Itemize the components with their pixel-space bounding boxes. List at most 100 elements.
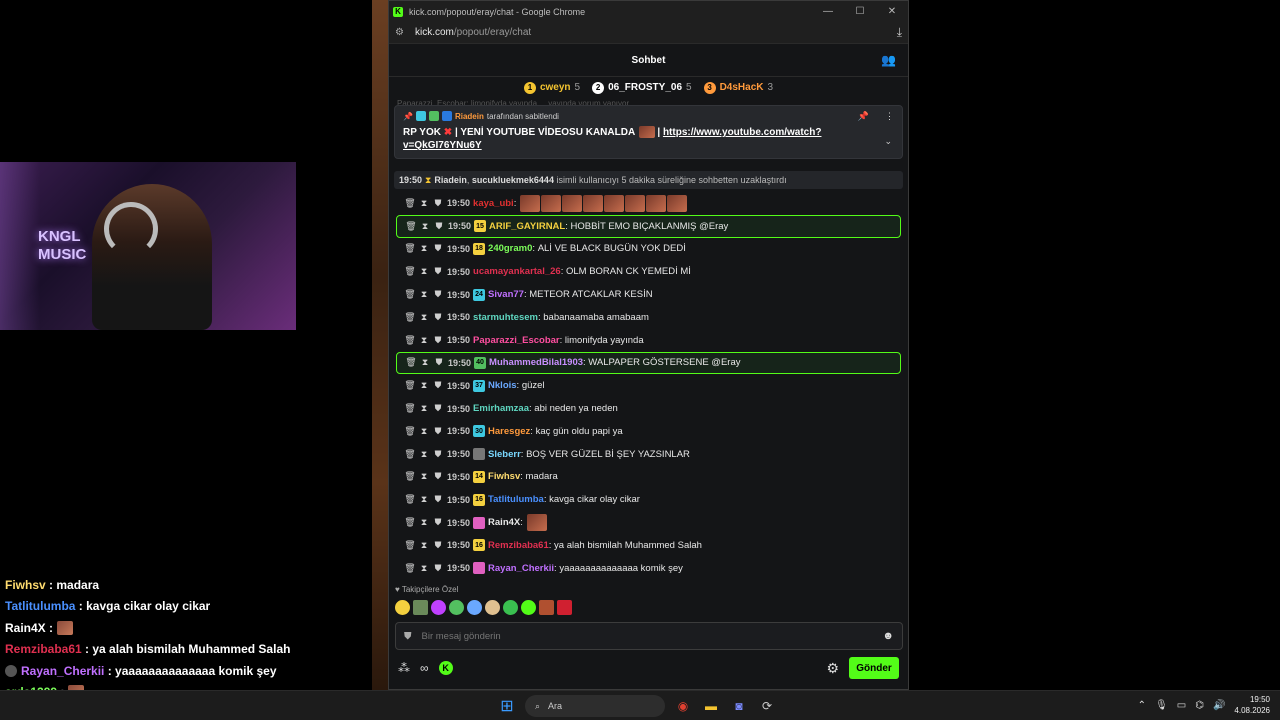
- ban-icon[interactable]: ⛊: [431, 312, 445, 323]
- ban-icon[interactable]: ⛊: [431, 403, 445, 414]
- message-username[interactable]: MuhammedBilal1903: [489, 357, 583, 368]
- site-info-icon[interactable]: ⚙: [395, 27, 409, 38]
- timeout-icon[interactable]: ⧗: [417, 266, 431, 277]
- ban-icon[interactable]: ⛊: [431, 517, 445, 528]
- timeout-icon[interactable]: ⧗: [417, 517, 431, 528]
- ban-icon[interactable]: ⛊: [431, 266, 445, 277]
- delete-icon[interactable]: 🗑: [403, 403, 417, 414]
- display-icon[interactable]: ▭: [1177, 700, 1186, 711]
- emote-button[interactable]: [521, 600, 536, 615]
- message-username[interactable]: ARIF_GAYIRNAL: [489, 221, 565, 232]
- message-username[interactable]: kaya_ubi: [473, 198, 514, 209]
- message-username[interactable]: Rain4X: [488, 517, 520, 528]
- delete-icon[interactable]: 🗑: [403, 312, 417, 323]
- discord-icon[interactable]: ◙: [729, 696, 749, 716]
- emote-button[interactable]: [431, 600, 446, 615]
- infinity-icon[interactable]: ∞: [420, 661, 429, 675]
- emote-button[interactable]: [413, 600, 428, 615]
- emote-button[interactable]: [467, 600, 482, 615]
- message-username[interactable]: Fiwhsv: [488, 471, 520, 482]
- timeout-icon[interactable]: ⧗: [418, 357, 432, 368]
- leaderboard-item[interactable]: 1 cweyn 5: [523, 81, 580, 94]
- delete-icon[interactable]: 🗑: [403, 243, 417, 254]
- minimize-button[interactable]: —: [812, 6, 844, 17]
- clock[interactable]: 19:50 4.08.2026: [1234, 694, 1270, 716]
- message-username[interactable]: starmuhtesem: [473, 312, 538, 323]
- ban-icon[interactable]: ⛊: [431, 471, 445, 482]
- timeout-icon[interactable]: ⧗: [417, 243, 431, 254]
- delete-icon[interactable]: 🗑: [403, 471, 417, 482]
- leaderboard-item[interactable]: 3 D4sHacK 3: [703, 81, 773, 94]
- message-username[interactable]: ucamayankartal_26: [473, 266, 561, 277]
- message-username[interactable]: Emirhamzaa: [473, 403, 529, 414]
- close-button[interactable]: ✕: [876, 6, 908, 17]
- ban-icon[interactable]: ⛊: [431, 449, 445, 460]
- download-icon[interactable]: ⤓: [897, 25, 902, 40]
- timeout-icon[interactable]: ⧗: [417, 540, 431, 551]
- delete-icon[interactable]: 🗑: [403, 335, 417, 346]
- ban-icon[interactable]: ⛊: [431, 494, 445, 505]
- message-username[interactable]: Nklois: [488, 380, 517, 391]
- taskbar-search[interactable]: ⌕ Ara: [525, 695, 665, 717]
- address-bar[interactable]: ⚙ kick.com/popout/eray/chat ⤓: [389, 22, 908, 44]
- timeout-icon[interactable]: ⧗: [417, 426, 431, 437]
- emoji-picker-icon[interactable]: ☻: [882, 630, 894, 642]
- delete-icon[interactable]: 🗑: [403, 563, 417, 574]
- maximize-button[interactable]: ☐: [844, 6, 876, 17]
- timeout-icon[interactable]: ⧗: [417, 403, 431, 414]
- delete-icon[interactable]: 🗑: [403, 266, 417, 277]
- chevron-down-icon[interactable]: ⌄: [884, 136, 892, 147]
- file-explorer-icon[interactable]: ▬: [701, 696, 721, 716]
- message-username[interactable]: Haresgez: [488, 426, 530, 437]
- timeout-icon[interactable]: ⧗: [417, 449, 431, 460]
- gear-icon[interactable]: ⚙: [826, 660, 839, 677]
- message-username[interactable]: Sivan77: [488, 289, 524, 300]
- timeout-icon[interactable]: ⧗: [417, 335, 431, 346]
- ban-icon[interactable]: ⛊: [431, 380, 445, 391]
- message-username[interactable]: Sleberr: [488, 449, 521, 460]
- message-username[interactable]: Paparazzi_Escobar: [473, 335, 560, 346]
- ban-icon[interactable]: ⛊: [431, 335, 445, 346]
- kick-icon[interactable]: K: [438, 661, 453, 675]
- timeout-icon[interactable]: ⧗: [417, 289, 431, 300]
- unpin-icon[interactable]: 📌: [858, 111, 869, 122]
- message-username[interactable]: Remzibaba61: [488, 540, 549, 551]
- ban-icon[interactable]: ⛊: [431, 198, 445, 209]
- send-button[interactable]: Gönder: [849, 657, 899, 679]
- timeout-icon[interactable]: ⧗: [417, 471, 431, 482]
- emote-button[interactable]: [395, 600, 410, 615]
- microphone-icon[interactable]: 🎙: [1155, 700, 1168, 711]
- timeout-icon[interactable]: ⧗: [417, 312, 431, 323]
- chevron-up-icon[interactable]: ⌃: [1138, 700, 1146, 711]
- message-username[interactable]: Tatlitulumba: [488, 494, 544, 505]
- chrome-icon[interactable]: ◉: [673, 696, 693, 716]
- ban-icon[interactable]: ⛊: [431, 289, 445, 300]
- timeout-icon[interactable]: ⧗: [417, 563, 431, 574]
- leaderboard-item[interactable]: 2 06_FROSTY_06 5: [592, 81, 692, 94]
- more-options-icon[interactable]: ⋮: [885, 111, 894, 122]
- emote-button[interactable]: [449, 600, 464, 615]
- network-icon[interactable]: ⌬: [1195, 700, 1204, 711]
- notice-mod[interactable]: Riadein: [434, 175, 467, 185]
- windows-start-icon[interactable]: ⊞: [497, 696, 517, 716]
- emote-button[interactable]: [503, 600, 518, 615]
- delete-icon[interactable]: 🗑: [403, 426, 417, 437]
- delete-icon[interactable]: 🗑: [403, 380, 417, 391]
- users-icon[interactable]: 👥: [881, 53, 896, 67]
- delete-icon[interactable]: 🗑: [403, 517, 417, 528]
- ban-icon[interactable]: ⛊: [432, 357, 446, 368]
- message-input[interactable]: [421, 630, 883, 642]
- ban-icon[interactable]: ⛊: [431, 540, 445, 551]
- timeout-icon[interactable]: ⧗: [417, 494, 431, 505]
- delete-icon[interactable]: 🗑: [403, 289, 417, 300]
- app-icon[interactable]: ⟳: [757, 696, 777, 716]
- delete-icon[interactable]: 🗑: [404, 221, 418, 232]
- points-icon[interactable]: ⁂: [398, 661, 410, 675]
- delete-icon[interactable]: 🗑: [404, 357, 418, 368]
- delete-icon[interactable]: 🗑: [403, 540, 417, 551]
- ban-icon[interactable]: ⛊: [431, 426, 445, 437]
- ban-icon[interactable]: ⛊: [431, 243, 445, 254]
- notice-target[interactable]: sucukluekmek6444: [472, 175, 554, 185]
- delete-icon[interactable]: 🗑: [403, 494, 417, 505]
- timeout-icon[interactable]: ⧗: [417, 380, 431, 391]
